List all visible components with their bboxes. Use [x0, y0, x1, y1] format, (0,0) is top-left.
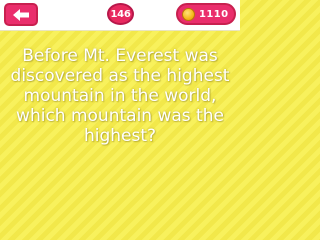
coin-icon: [182, 7, 195, 21]
back-arrow-icon: [13, 8, 29, 21]
coins-counter[interactable]: 1110: [176, 3, 236, 25]
top-bar: 146 1110: [0, 0, 240, 31]
back-button[interactable]: [4, 3, 38, 26]
level-number: 146: [110, 8, 131, 20]
question-text: Before Mt. Everest was discovered as the…: [10, 46, 230, 146]
coin-count: 1110: [199, 8, 229, 20]
level-badge: 146: [107, 3, 134, 25]
